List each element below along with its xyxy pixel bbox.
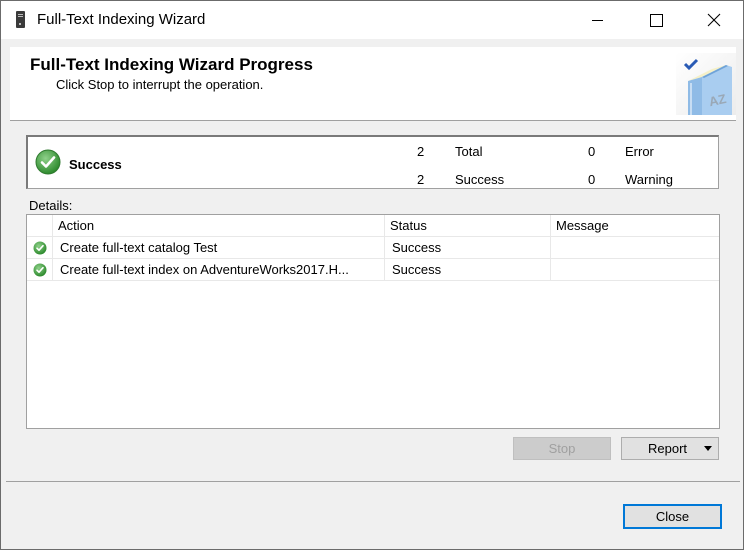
column-header-message[interactable]: Message: [551, 215, 719, 237]
row-action: Create full-text index on AdventureWorks…: [53, 259, 385, 281]
maximize-button[interactable]: [633, 1, 679, 39]
row-message: [551, 237, 719, 259]
total-label: Total: [455, 144, 483, 159]
total-count: 2: [417, 144, 425, 159]
grid-header: Action Status Message: [27, 215, 719, 237]
column-header-icon[interactable]: [27, 215, 53, 237]
details-grid[interactable]: Action Status Message Create full-text c…: [26, 214, 720, 429]
warning-count: 0: [588, 172, 596, 187]
page-title: Full-Text Indexing Wizard Progress: [30, 55, 313, 74]
server-icon: [16, 11, 25, 28]
window-title: Full-Text Indexing Wizard: [37, 11, 206, 28]
row-status: Success: [385, 237, 551, 259]
page-subtitle: Click Stop to interrupt the operation.: [56, 77, 264, 92]
summary-panel: Success 2 Total 2 Success 0 Error 0 Warn…: [26, 135, 719, 189]
wizard-window: Full-Text Indexing Wizard Full-Text Inde…: [0, 0, 744, 550]
dropdown-arrow-icon: [704, 446, 712, 451]
book-az-check-icon: AZ: [676, 53, 736, 115]
table-row[interactable]: Create full-text catalog Test Success: [27, 237, 719, 259]
success-check-icon: [35, 149, 61, 175]
summary-status: Success: [69, 157, 122, 172]
column-header-status[interactable]: Status: [385, 215, 551, 237]
error-count: 0: [588, 144, 596, 159]
error-label: Error: [625, 144, 654, 159]
title-bar: Full-Text Indexing Wizard: [1, 1, 743, 39]
report-label: Report: [648, 441, 688, 456]
success-check-icon: [33, 241, 47, 255]
row-status: Success: [385, 259, 551, 281]
column-header-action[interactable]: Action: [53, 215, 385, 237]
close-button[interactable]: Close: [623, 504, 722, 529]
row-icon-cell: [27, 237, 53, 259]
minimize-button[interactable]: [575, 1, 621, 39]
row-message: [551, 259, 719, 281]
close-icon: [707, 13, 721, 27]
success-label: Success: [455, 172, 505, 187]
report-button[interactable]: Report: [621, 437, 719, 460]
stop-button[interactable]: Stop: [513, 437, 611, 460]
success-check-icon: [33, 263, 47, 277]
warning-label: Warning: [625, 172, 673, 187]
wizard-header: Full-Text Indexing Wizard Progress Click…: [10, 47, 736, 121]
details-label: Details:: [29, 198, 73, 213]
success-count: 2: [417, 172, 425, 187]
close-window-button[interactable]: [691, 1, 737, 39]
divider: [6, 481, 740, 482]
row-icon-cell: [27, 259, 53, 281]
row-action: Create full-text catalog Test: [53, 237, 385, 259]
table-row[interactable]: Create full-text index on AdventureWorks…: [27, 259, 719, 281]
